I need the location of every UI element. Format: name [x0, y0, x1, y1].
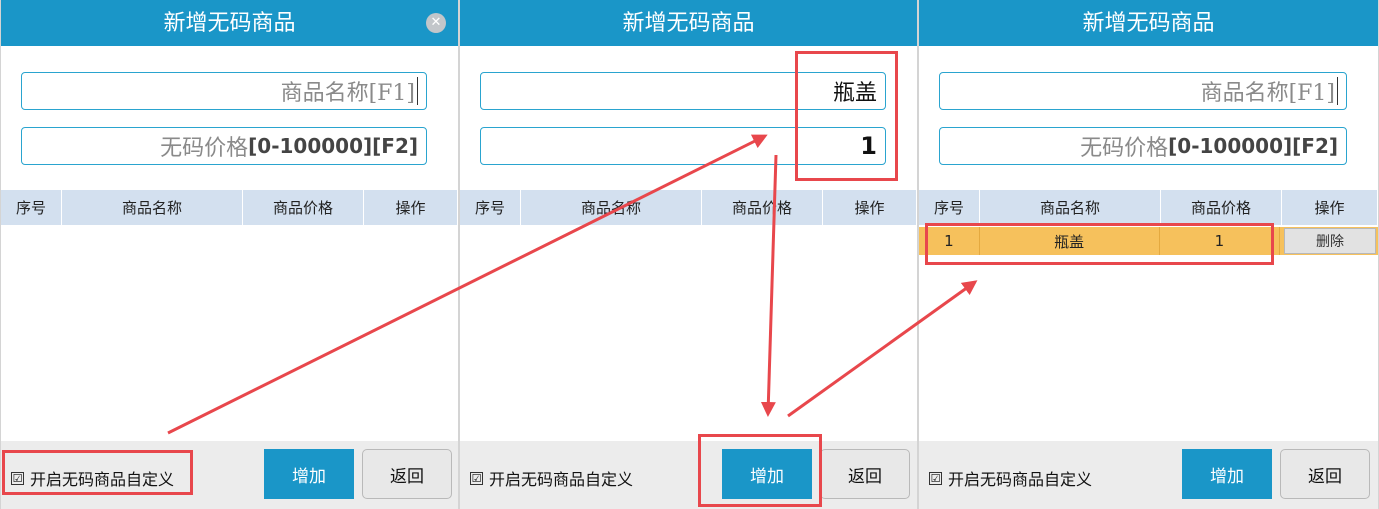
col-header-name: 商品名称	[62, 190, 243, 225]
text-cursor	[1337, 77, 1338, 105]
text-cursor	[417, 77, 418, 105]
dialog-footer: ☑ 开启无码商品自定义 增加 返回	[919, 441, 1378, 509]
add-button[interactable]: 增加	[1182, 449, 1272, 499]
table-header: 序号 商品名称 商品价格 操作	[1, 190, 458, 225]
checkbox-label: 开启无码商品自定义	[489, 470, 634, 489]
row-product-name: 瓶盖	[979, 227, 1160, 255]
dialog-title: 新增无码商品	[622, 11, 755, 36]
price-placeholder-range: [0-100000][F2]	[1168, 134, 1338, 158]
table-header: 序号 商品名称 商品价格 操作	[460, 190, 917, 225]
delete-button[interactable]: 删除	[1284, 228, 1376, 254]
col-header-name: 商品名称	[521, 190, 702, 225]
product-name-placeholder: 商品名称[F1]	[1200, 81, 1335, 106]
col-header-name: 商品名称	[980, 190, 1161, 225]
custom-product-checkbox[interactable]: ☑ 开启无码商品自定义	[11, 466, 174, 490]
product-name-input[interactable]: 瓶盖	[480, 72, 886, 110]
product-price-input[interactable]: 1	[480, 127, 886, 165]
dialog-step-3: 新增无码商品 商品名称[F1] 无码价格 [0-100000][F2] 序号 商品…	[918, 0, 1379, 509]
product-price-input[interactable]: 无码价格 [0-100000][F2]	[21, 127, 427, 165]
back-button[interactable]: 返回	[362, 449, 452, 499]
product-name-value: 瓶盖	[832, 81, 877, 106]
product-name-placeholder: 商品名称[F1]	[280, 81, 415, 106]
price-placeholder-range: [0-100000][F2]	[248, 134, 418, 158]
col-header-price: 商品价格	[702, 190, 823, 225]
custom-product-checkbox[interactable]: ☑ 开启无码商品自定义	[929, 466, 1092, 490]
product-name-input[interactable]: 商品名称[F1]	[939, 72, 1347, 110]
row-action-cell: 删除	[1280, 227, 1378, 255]
price-placeholder-label: 无码价格	[1080, 136, 1169, 161]
product-price-input[interactable]: 无码价格 [0-100000][F2]	[939, 127, 1347, 165]
col-header-action: 操作	[364, 190, 458, 225]
row-product-price: 1	[1159, 227, 1280, 255]
add-button[interactable]: 增加	[264, 449, 354, 499]
close-icon[interactable]: ✕	[426, 13, 446, 33]
checkbox-checked-icon[interactable]: ☑	[470, 471, 483, 485]
checkbox-checked-icon[interactable]: ☑	[11, 471, 24, 485]
dialog-title: 新增无码商品	[163, 11, 296, 36]
checkbox-checked-icon[interactable]: ☑	[929, 471, 942, 485]
product-name-input[interactable]: 商品名称[F1]	[21, 72, 427, 110]
dialog-footer: ☑ 开启无码商品自定义 增加 返回	[1, 441, 458, 509]
back-button[interactable]: 返回	[820, 449, 910, 499]
dialog-title-bar: 新增无码商品 ✕	[1, 0, 458, 46]
price-placeholder-label: 无码价格	[160, 136, 249, 161]
col-header-price: 商品价格	[243, 190, 364, 225]
row-index: 1	[919, 227, 980, 255]
product-price-value: 1	[860, 132, 877, 160]
dialog-title-bar: 新增无码商品	[460, 0, 917, 46]
add-button[interactable]: 增加	[722, 449, 812, 499]
custom-product-checkbox[interactable]: ☑ 开启无码商品自定义	[470, 466, 633, 490]
table-header: 序号 商品名称 商品价格 操作	[919, 190, 1378, 225]
dialog-step-1: 新增无码商品 ✕ 商品名称[F1] 无码价格 [0-100000][F2] 序号 …	[0, 0, 459, 509]
dialog-footer: ☑ 开启无码商品自定义 增加 返回	[460, 441, 917, 509]
table-row[interactable]: 1 瓶盖 1 删除	[919, 227, 1378, 255]
col-header-action: 操作	[1282, 190, 1378, 225]
dialog-step-2: 新增无码商品 瓶盖 1 序号 商品名称 商品价格 操作 ☑ 开启无码商品自定义 …	[459, 0, 918, 509]
checkbox-label: 开启无码商品自定义	[948, 470, 1093, 489]
col-header-price: 商品价格	[1161, 190, 1282, 225]
col-header-index: 序号	[1, 190, 62, 225]
checkbox-label: 开启无码商品自定义	[30, 470, 175, 489]
col-header-index: 序号	[460, 190, 521, 225]
dialog-title-bar: 新增无码商品	[919, 0, 1378, 46]
col-header-action: 操作	[823, 190, 917, 225]
col-header-index: 序号	[919, 190, 980, 225]
dialog-title: 新增无码商品	[1082, 11, 1215, 36]
back-button[interactable]: 返回	[1280, 449, 1370, 499]
